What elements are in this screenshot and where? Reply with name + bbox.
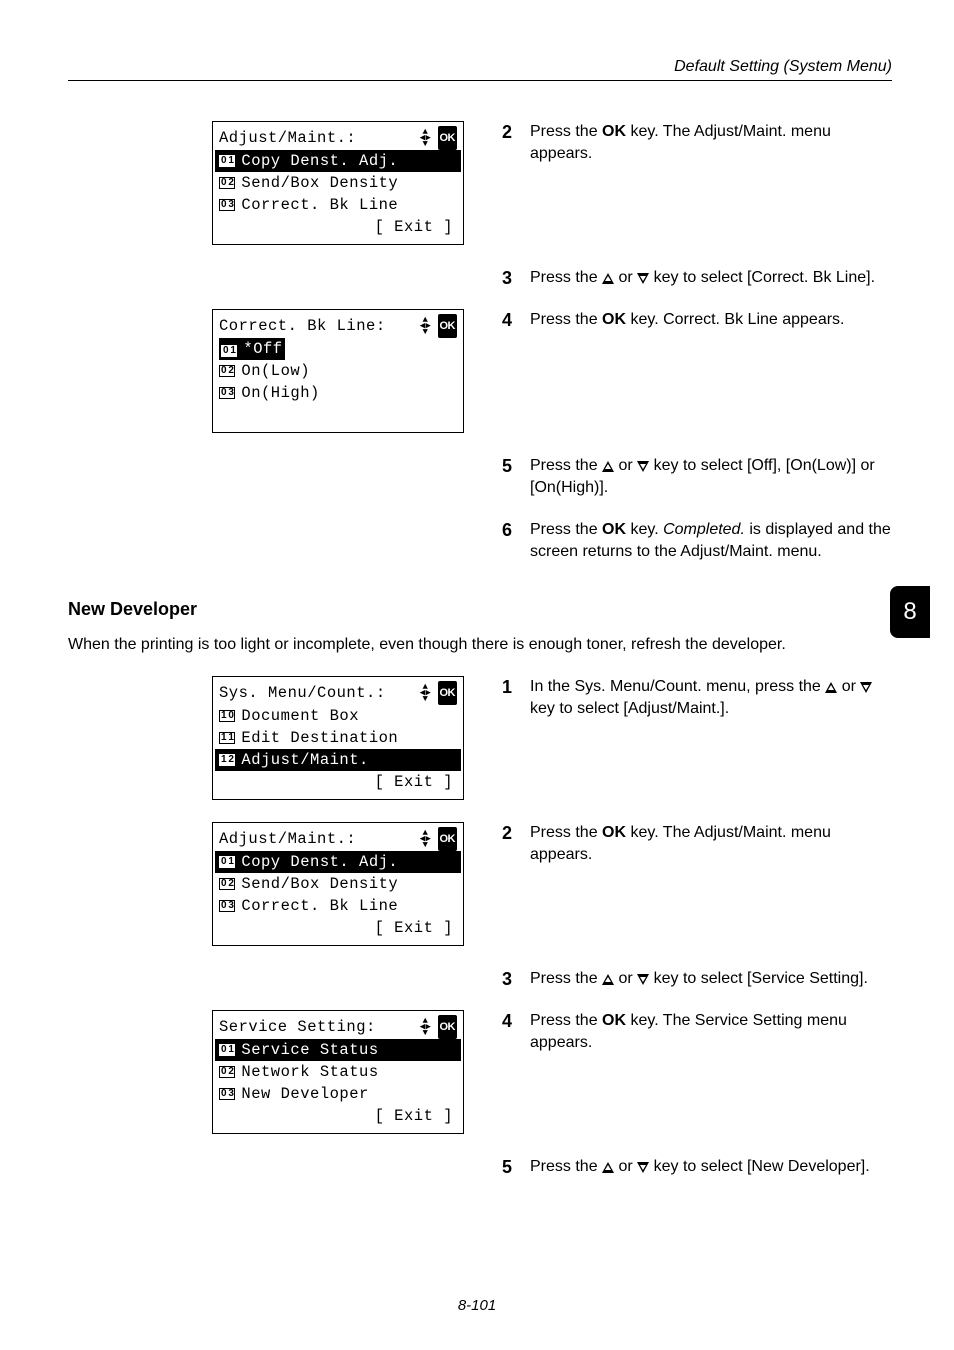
nav-arrows-icon: ▲◀▶▼ (417, 684, 435, 702)
lcd1-l1-num: 0 1 (219, 155, 235, 167)
lcd-sys-menu-count: Sys. Menu/Count.: ▲◀▶▼ OK 1 0 Document Bo… (212, 676, 464, 800)
triangle-down-icon (860, 682, 872, 693)
chapter-thumb: 8 (890, 586, 930, 638)
stepA4-text: Press the OK key. Correct. Bk Line appea… (530, 309, 845, 331)
stepA3-num: 3 (498, 267, 512, 289)
triangle-up-icon (602, 974, 614, 985)
lcd3-l2-num: 1 1 (219, 732, 235, 744)
ok-icon: OK (438, 681, 458, 705)
lcd3-l2: Edit Destination (241, 727, 398, 749)
stepB1-text: In the Sys. Menu/Count. menu, press the … (530, 676, 892, 720)
lcd1-l2-num: 0 2 (219, 177, 235, 189)
lcd3-l1-num: 1 0 (219, 710, 235, 722)
lcd1-title: Adjust/Maint.: (219, 127, 417, 149)
stepA6-num: 6 (498, 519, 512, 563)
triangle-down-icon (637, 1162, 649, 1173)
intro-new-developer: When the printing is too light or incomp… (68, 634, 892, 656)
lcd2-l3: On(High) (241, 382, 319, 404)
stepB2-text: Press the OK key. The Adjust/Maint. menu… (530, 822, 892, 866)
heading-new-developer: New Developer (68, 599, 892, 620)
lcd1-l3-num: 0 3 (219, 199, 235, 211)
stepA5-text: Press the or key to select [Off], [On(Lo… (530, 455, 892, 499)
triangle-up-icon (825, 682, 837, 693)
nav-arrows-icon: ▲◀▶▼ (417, 830, 435, 848)
lcd4-title: Adjust/Maint.: (219, 828, 417, 850)
stepB3-num: 3 (498, 968, 512, 990)
triangle-down-icon (637, 273, 649, 284)
lcd5-title: Service Setting: (219, 1016, 417, 1038)
stepB4-text: Press the OK key. The Service Setting me… (530, 1010, 892, 1054)
lcd3-title: Sys. Menu/Count.: (219, 682, 417, 704)
lcd4-l2-num: 0 2 (219, 878, 235, 890)
lcd2-l3-num: 0 3 (219, 387, 235, 399)
triangle-down-icon (637, 461, 649, 472)
triangle-up-icon (602, 273, 614, 284)
lcd5-exit: [ Exit ] (375, 1105, 453, 1127)
lcd3-exit: [ Exit ] (375, 771, 453, 793)
lcd3-l3: Adjust/Maint. (241, 749, 368, 771)
stepA5-num: 5 (498, 455, 512, 499)
lcd4-exit: [ Exit ] (375, 917, 453, 939)
nav-arrows-icon: ▲◀▶▼ (417, 317, 435, 335)
lcd4-l3: Correct. Bk Line (241, 895, 398, 917)
stepB3-text: Press the or key to select [Service Sett… (530, 968, 868, 990)
nav-arrows-icon: ▲◀▶▼ (417, 129, 435, 147)
stepB2-num: 2 (498, 822, 512, 866)
stepA6-text: Press the OK key. Completed. is displaye… (530, 519, 892, 563)
lcd4-l1: Copy Denst. Adj. (241, 851, 398, 873)
lcd3-l1: Document Box (241, 705, 359, 727)
lcd5-l1: Service Status (241, 1039, 378, 1061)
lcd3-l3-num: 1 2 (219, 754, 235, 766)
lcd4-l2: Send/Box Density (241, 873, 398, 895)
ok-icon: OK (438, 827, 458, 851)
lcd5-l1-num: 0 1 (219, 1044, 235, 1056)
triangle-down-icon (637, 974, 649, 985)
lcd1-l3: Correct. Bk Line (241, 194, 398, 216)
header-rule (68, 80, 892, 81)
lcd4-l3-num: 0 3 (219, 900, 235, 912)
stepB5-text: Press the or key to select [New Develope… (530, 1156, 870, 1178)
triangle-up-icon (602, 1162, 614, 1173)
stepA2-num: 2 (498, 121, 512, 165)
lcd5-l3: New Developer (241, 1083, 368, 1105)
stepB1-num: 1 (498, 676, 512, 720)
lcd2-l1: *Off (243, 340, 282, 358)
lcd2-l1-num: 0 1 (221, 345, 237, 357)
triangle-up-icon (602, 461, 614, 472)
lcd5-l2: Network Status (241, 1061, 378, 1083)
lcd-correct-bk-line: Correct. Bk Line: ▲◀▶▼ OK 0 1 *Off 0 2 On(… (212, 309, 464, 433)
lcd2-l2: On(Low) (241, 360, 310, 382)
footer-page-number: 8-101 (0, 1297, 954, 1314)
lcd5-l2-num: 0 2 (219, 1066, 235, 1078)
header-section-title: Default Setting (System Menu) (68, 58, 892, 76)
stepA2-text: Press the OK key. The Adjust/Maint. menu… (530, 121, 892, 165)
lcd-adjust-maint-1: Adjust/Maint.: ▲◀▶▼ OK 0 1 Copy Denst. Ad… (212, 121, 464, 245)
lcd2-l2-num: 0 2 (219, 365, 235, 377)
nav-arrows-icon: ▲◀▶▼ (417, 1018, 435, 1036)
stepA4-num: 4 (498, 309, 512, 331)
lcd-adjust-maint-2: Adjust/Maint.: ▲◀▶▼ OK 0 1 Copy Denst. Ad… (212, 822, 464, 946)
lcd4-l1-num: 0 1 (219, 856, 235, 868)
lcd1-exit: [ Exit ] (375, 216, 453, 238)
lcd5-l3-num: 0 3 (219, 1088, 235, 1100)
lcd1-l2: Send/Box Density (241, 172, 398, 194)
stepA3-text: Press the or key to select [Correct. Bk … (530, 267, 875, 289)
ok-icon: OK (438, 126, 458, 150)
lcd-service-setting: Service Setting: ▲◀▶▼ OK 0 1 Service Stat… (212, 1010, 464, 1134)
lcd1-l1: Copy Denst. Adj. (241, 150, 398, 172)
lcd2-title: Correct. Bk Line: (219, 315, 417, 337)
ok-icon: OK (438, 1015, 458, 1039)
stepB4-num: 4 (498, 1010, 512, 1054)
ok-icon: OK (438, 314, 458, 338)
stepB5-num: 5 (498, 1156, 512, 1178)
